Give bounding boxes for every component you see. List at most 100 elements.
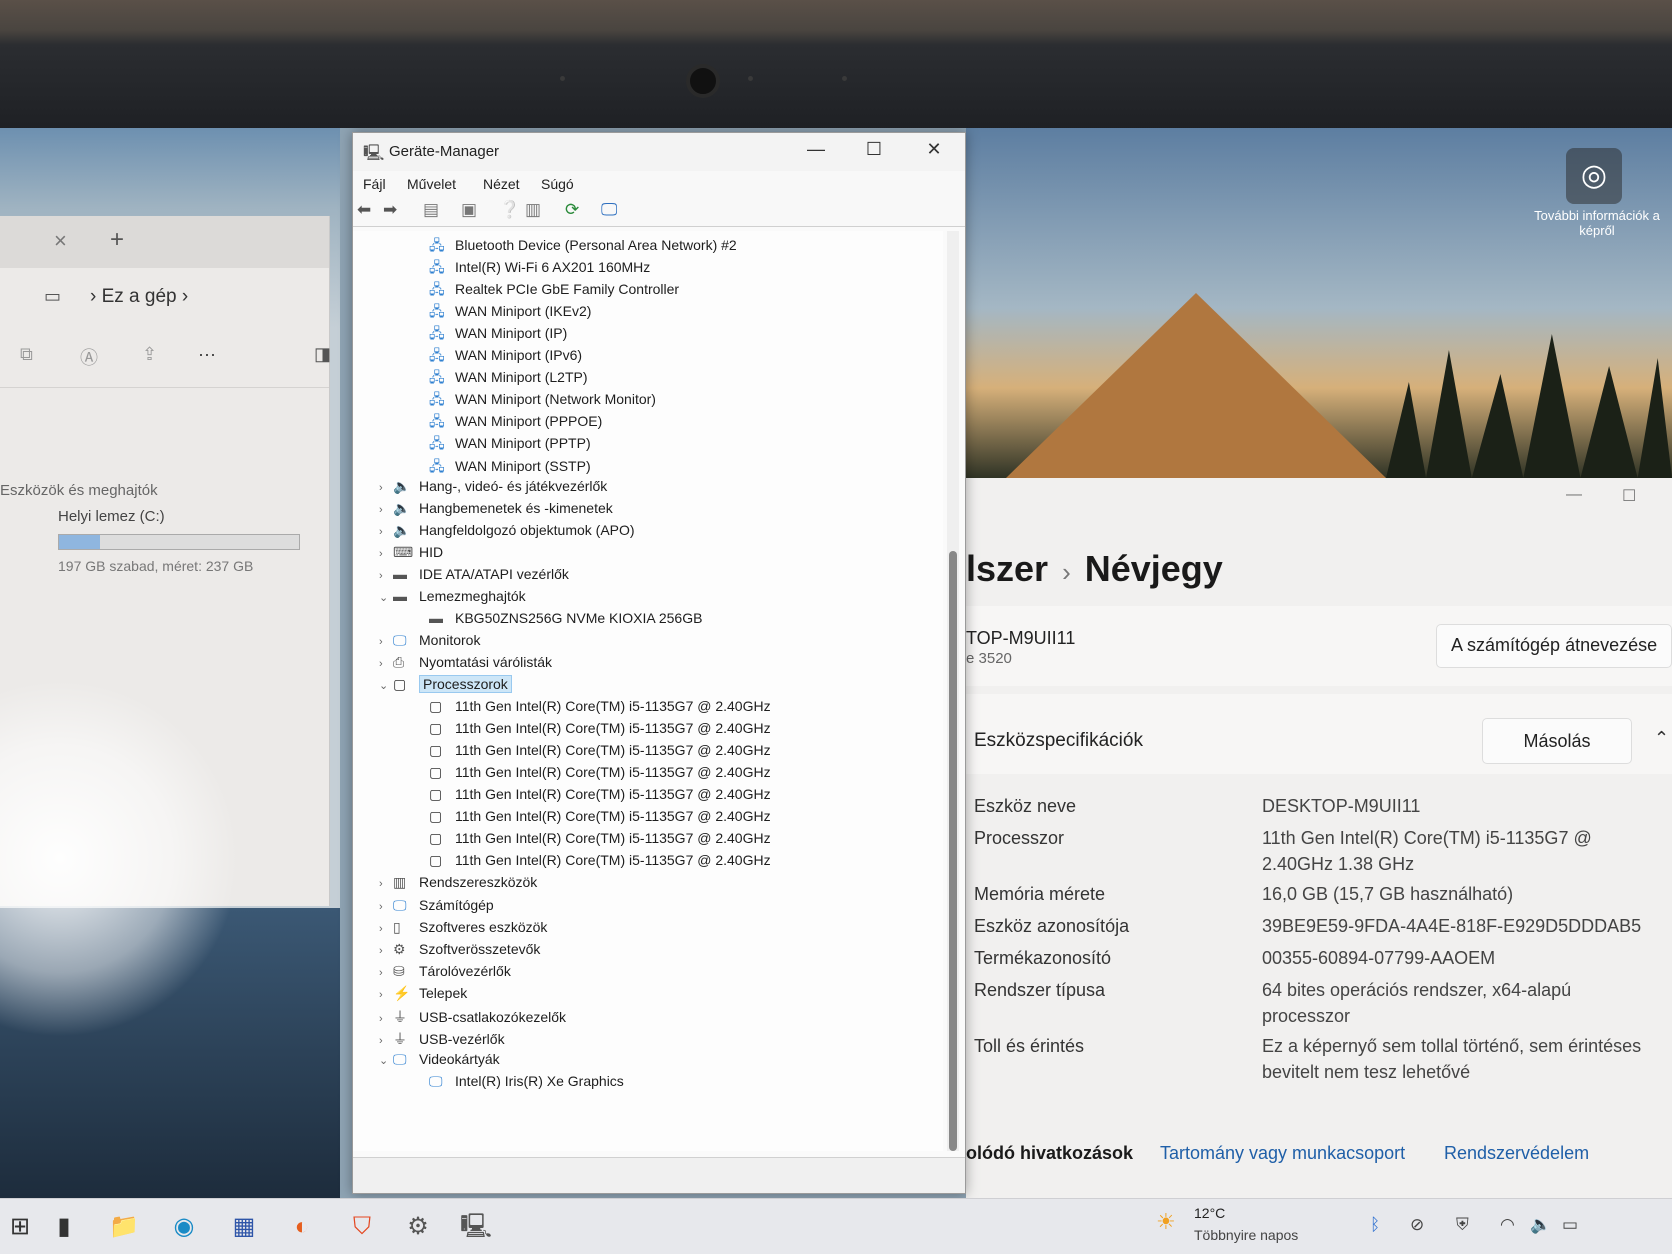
device-category[interactable]: › 🔈 Hangbemenetek és -kimenetek xyxy=(379,500,613,522)
close-icon[interactable]: ✕ xyxy=(919,139,949,160)
chevron-right-icon[interactable]: › xyxy=(379,901,393,913)
device-item[interactable]: 🖧 WAN Miniport (PPPOE) xyxy=(415,411,602,433)
copy-icon[interactable]: ⧉ xyxy=(20,344,33,365)
menu-help[interactable]: Súgó xyxy=(541,176,574,192)
minimize-icon[interactable]: — xyxy=(1566,486,1582,504)
device-item[interactable]: 🖧 WAN Miniport (IPv6) xyxy=(415,345,582,367)
firefox-icon[interactable]: ◐ xyxy=(284,1209,320,1245)
device-item[interactable]: 🖧 WAN Miniport (IKEv2) xyxy=(415,301,591,323)
chevron-down-icon[interactable]: ⌄ xyxy=(379,591,393,604)
rename-icon[interactable]: Ⓐ xyxy=(80,344,98,370)
brave-icon[interactable]: ⛉ xyxy=(344,1209,380,1245)
chevron-right-icon[interactable]: › xyxy=(379,504,393,516)
device-item[interactable]: 🖧 WAN Miniport (PPTP) xyxy=(415,433,591,455)
edge-icon[interactable]: ◉ xyxy=(166,1209,202,1245)
device-item[interactable]: 🖧 WAN Miniport (L2TP) xyxy=(415,367,588,389)
system-protection-link[interactable]: Rendszervédelem xyxy=(1444,1143,1589,1164)
rename-pc-button[interactable]: A számítógép átnevezése xyxy=(1436,624,1672,668)
device-item[interactable]: ▢ 11th Gen Intel(R) Core(TM) i5-1135G7 @ … xyxy=(415,698,771,720)
device-item[interactable]: ▢ 11th Gen Intel(R) Core(TM) i5-1135G7 @ … xyxy=(415,786,771,808)
device-category[interactable]: ⌄ ▢ Processzorok xyxy=(379,675,512,698)
wallpaper-info-text[interactable]: További információk a képről xyxy=(1522,208,1672,238)
more-icon[interactable]: ··· xyxy=(198,344,216,365)
device-category[interactable]: › ▯ Szoftveres eszközök xyxy=(379,919,547,941)
device-category[interactable]: › ⛁ Tárolóvezérlők xyxy=(379,963,511,985)
device-item[interactable]: ▢ 11th Gen Intel(R) Core(TM) i5-1135G7 @ … xyxy=(415,742,771,764)
chevron-right-icon[interactable]: › xyxy=(379,967,393,979)
settings-gear-icon[interactable]: ⚙ xyxy=(400,1209,436,1245)
device-category[interactable]: › 🔈 Hang-, videó- és játékvezérlők xyxy=(379,478,607,500)
menu-file[interactable]: Fájl xyxy=(363,176,386,192)
drive-c-label[interactable]: Helyi lemez (C:) xyxy=(58,508,165,525)
minimize-icon[interactable]: — xyxy=(801,139,831,160)
chevron-right-icon[interactable]: › xyxy=(379,923,393,935)
breadcrumb-this-pc[interactable]: Ez a gép xyxy=(102,286,177,307)
breadcrumb[interactable]: › Ez a gép › xyxy=(90,286,188,308)
new-tab-icon[interactable]: + xyxy=(110,226,124,254)
scan-hardware-icon[interactable]: ⟳ xyxy=(565,200,579,220)
chevron-right-icon[interactable]: › xyxy=(379,548,393,560)
terminal-icon[interactable]: ▮ xyxy=(46,1209,82,1245)
device-category[interactable]: › ⏚ USB-vezérlők xyxy=(379,1029,505,1051)
device-item[interactable]: 🖧 WAN Miniport (SSTP) xyxy=(415,456,591,478)
device-item[interactable]: 🖵 Intel(R) Iris(R) Xe Graphics xyxy=(415,1073,624,1095)
device-category[interactable]: › ⎙ Nyomtatási várólisták xyxy=(379,654,552,676)
device-item[interactable]: ▢ 11th Gen Intel(R) Core(TM) i5-1135G7 @ … xyxy=(415,852,771,874)
device-category[interactable]: › 🖵 Monitorok xyxy=(379,632,480,654)
device-category[interactable]: › 🖵 Számítógép xyxy=(379,897,494,919)
device-category[interactable]: ⌄ 🖵 Videokártyák xyxy=(379,1051,500,1073)
store-icon[interactable]: ▦ xyxy=(226,1209,262,1245)
show-hide-tree-icon[interactable]: ▤ xyxy=(423,200,439,220)
bluetooth-icon[interactable]: ᛒ xyxy=(1370,1215,1380,1235)
device-category[interactable]: ⌄ ▬ Lemezmeghajtók xyxy=(379,588,526,610)
weather-temp[interactable]: 12°C xyxy=(1194,1205,1225,1221)
chevron-right-icon[interactable]: › xyxy=(379,1013,393,1025)
chevron-down-icon[interactable]: ⌄ xyxy=(379,1054,393,1067)
device-item[interactable]: ▢ 11th Gen Intel(R) Core(TM) i5-1135G7 @ … xyxy=(415,808,771,830)
action-pane-icon[interactable]: ▥ xyxy=(525,200,541,220)
chevron-right-icon[interactable]: › xyxy=(379,1035,393,1047)
monitor-icon[interactable]: 🖵 xyxy=(601,200,617,220)
chevron-right-icon[interactable]: › xyxy=(379,989,393,1001)
camera-info-icon[interactable]: ◎ xyxy=(1566,148,1622,204)
device-item[interactable]: 🖧 Intel(R) Wi-Fi 6 AX201 160MHz xyxy=(415,257,650,279)
start-icon[interactable]: ⊞ xyxy=(2,1209,38,1245)
breadcrumb-system[interactable]: lszer xyxy=(966,548,1048,589)
device-category[interactable]: › ⚡ Telepek xyxy=(379,985,467,1007)
maximize-icon[interactable]: ☐ xyxy=(1622,486,1636,506)
chevron-down-icon[interactable]: ⌄ xyxy=(379,679,393,692)
device-category[interactable]: › ⚙ Szoftverösszetevők xyxy=(379,941,540,963)
file-explorer-icon[interactable]: 📁 xyxy=(106,1209,142,1245)
chevron-right-icon[interactable]: › xyxy=(379,658,393,670)
chevron-right-icon[interactable]: › xyxy=(379,482,393,494)
device-item[interactable]: 🖧 Realtek PCIe GbE Family Controller xyxy=(415,279,679,301)
chevron-right-icon[interactable]: › xyxy=(379,636,393,648)
chevron-right-icon[interactable]: › xyxy=(379,526,393,538)
security-icon[interactable]: ⛨ xyxy=(1456,1215,1469,1235)
help-icon[interactable]: ❔ xyxy=(499,200,520,220)
copy-button[interactable]: Másolás xyxy=(1482,718,1632,764)
device-item[interactable]: 🖧 WAN Miniport (Network Monitor) xyxy=(415,389,656,411)
domain-workgroup-link[interactable]: Tartomány vagy munkacsoport xyxy=(1160,1143,1405,1164)
device-category[interactable]: › ⌨ HID xyxy=(379,544,443,566)
share-icon[interactable]: ⇪ xyxy=(142,344,157,365)
chevron-right-icon[interactable]: › xyxy=(379,878,393,890)
device-item[interactable]: 🖧 Bluetooth Device (Personal Area Network… xyxy=(415,235,737,257)
notifications-off-icon[interactable]: ⊘ xyxy=(1410,1215,1424,1235)
wifi-icon[interactable]: ◠ xyxy=(1500,1215,1515,1235)
chevron-right-icon[interactable]: › xyxy=(379,945,393,957)
device-manager-taskbar-icon[interactable]: 🖳 xyxy=(458,1209,494,1245)
device-item[interactable]: ▢ 11th Gen Intel(R) Core(TM) i5-1135G7 @ … xyxy=(415,764,771,786)
device-category[interactable]: › ▥ Rendszereszközök xyxy=(379,874,537,896)
back-icon[interactable]: ⬅ xyxy=(357,200,371,220)
vertical-scrollbar[interactable] xyxy=(947,231,959,1151)
details-pane-icon[interactable]: ◨ xyxy=(314,344,331,365)
weather-desc[interactable]: Többnyire napos xyxy=(1194,1227,1298,1243)
device-item[interactable]: ▢ 11th Gen Intel(R) Core(TM) i5-1135G7 @ … xyxy=(415,720,771,742)
weather-icon[interactable]: ☀ xyxy=(1156,1209,1176,1235)
device-category[interactable]: › 🔈 Hangfeldolgozó objektumok (APO) xyxy=(379,522,635,544)
device-category[interactable]: › ⏚ USB-csatlakozókezelők xyxy=(379,1007,566,1029)
menu-view[interactable]: Nézet xyxy=(483,176,520,192)
device-item[interactable]: ▢ 11th Gen Intel(R) Core(TM) i5-1135G7 @ … xyxy=(415,830,771,852)
chevron-up-icon[interactable]: ⌃ xyxy=(1654,728,1669,749)
